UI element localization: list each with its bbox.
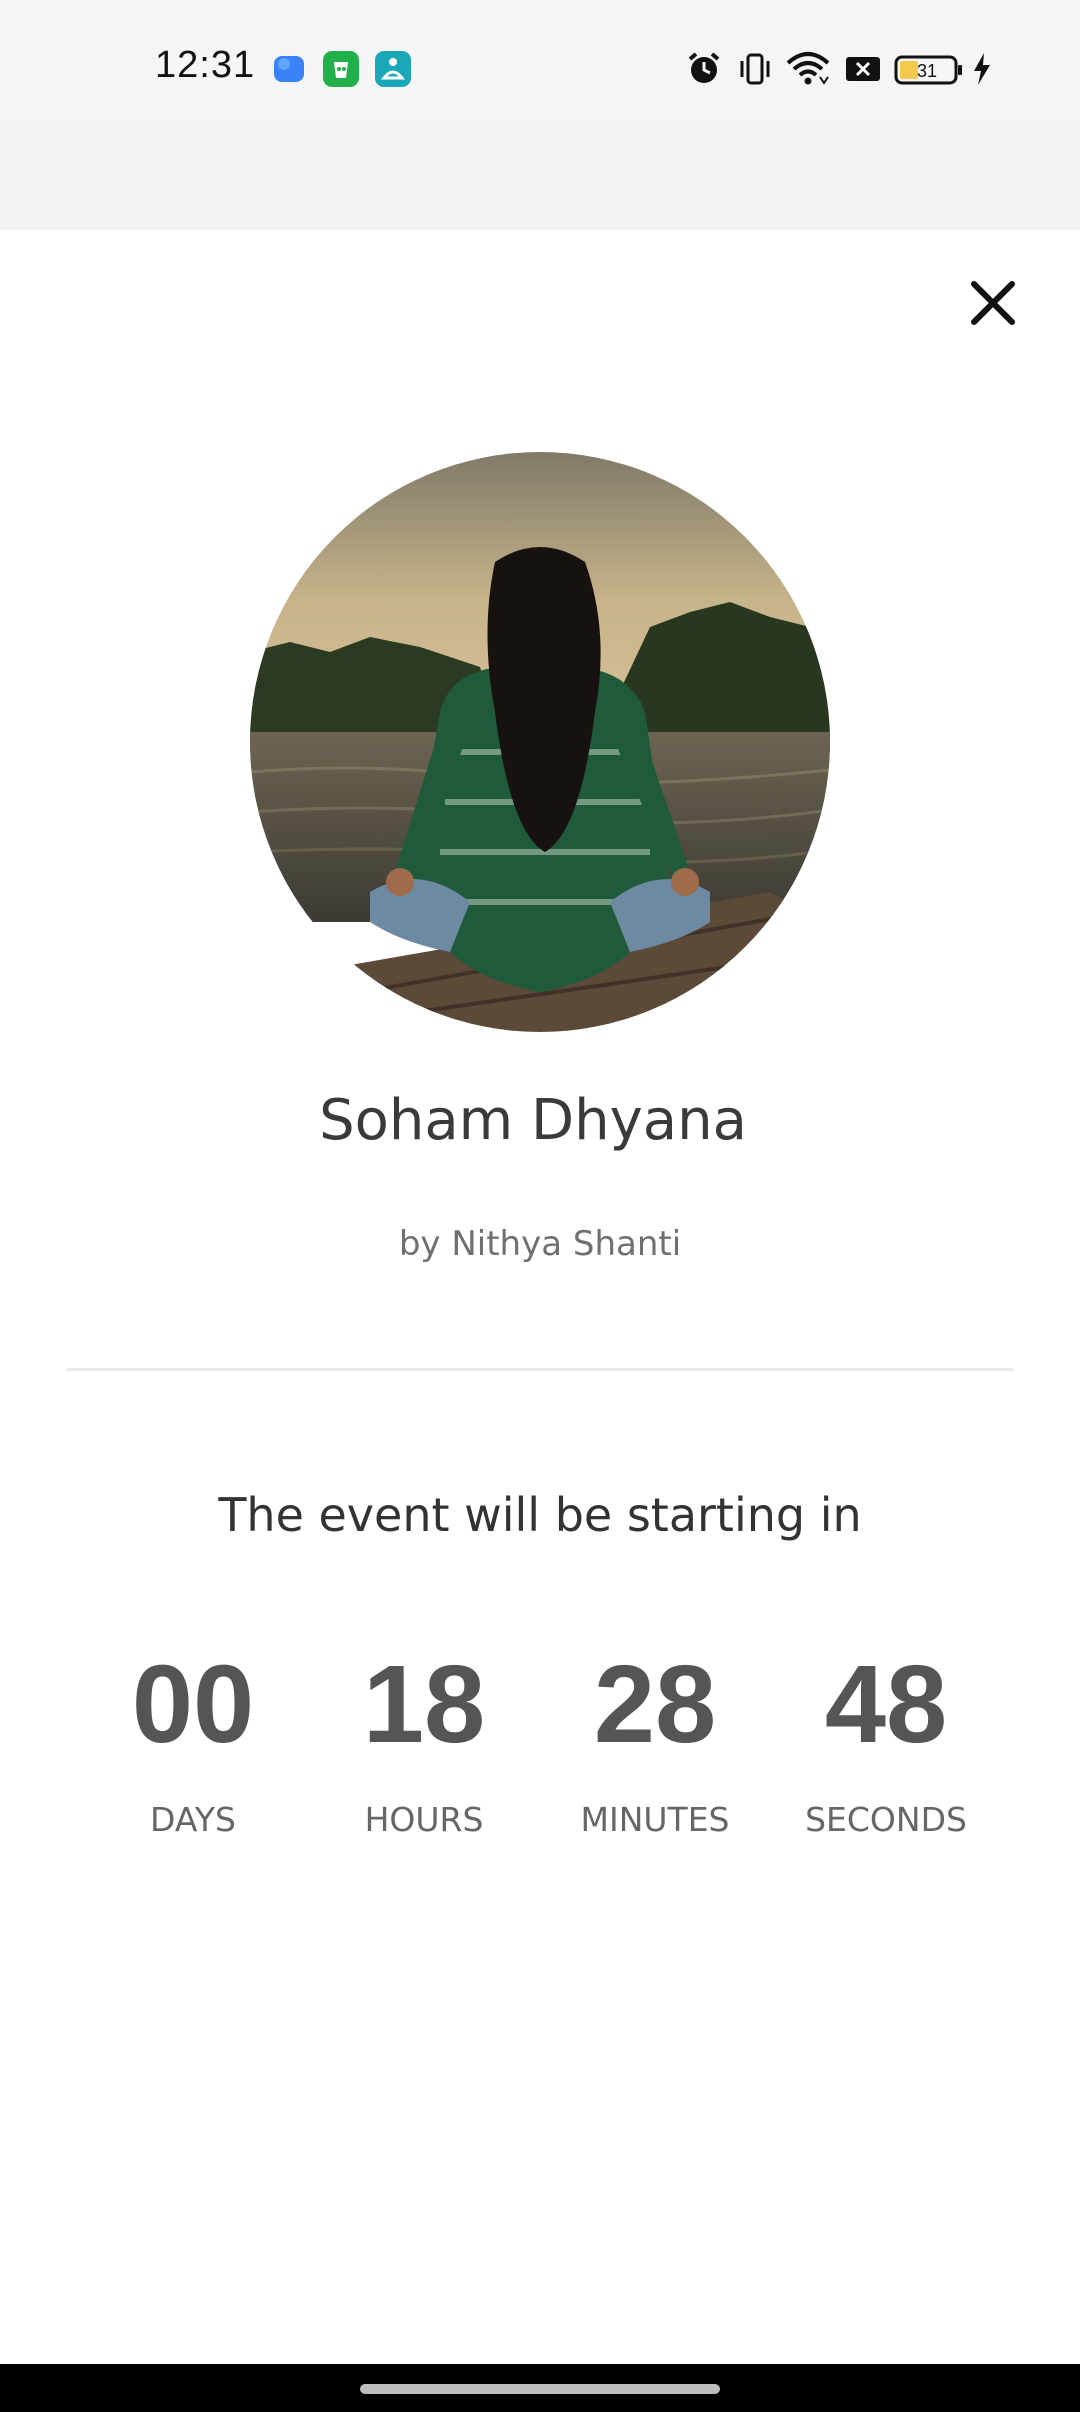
close-icon (971, 281, 1015, 325)
battery-icon: 31 (894, 55, 962, 85)
home-gesture-handle[interactable] (360, 2384, 720, 2394)
countdown-minutes: 28 MINUTES (535, 1640, 775, 1839)
app-notification-icon-meditation (375, 51, 411, 87)
alarm-icon (688, 52, 720, 83)
app-notification-icon-green (323, 51, 359, 87)
countdown-days-label: DAYS (150, 1800, 236, 1839)
status-time: 12:31 (155, 44, 256, 86)
close-button[interactable] (962, 272, 1024, 334)
wifi-icon (786, 52, 830, 85)
vibrate-icon (740, 53, 770, 85)
countdown-hours: 18 HOURS (304, 1640, 544, 1839)
countdown-hours-label: HOURS (364, 1800, 484, 1839)
countdown-seconds-label: SECONDS (805, 1800, 967, 1839)
charging-bolt-icon (974, 53, 990, 85)
event-title: Soham Dhyana (319, 1088, 747, 1153)
countdown-days: 00 DAYS (73, 1640, 313, 1839)
countdown-seconds-value: 48 (824, 1643, 948, 1766)
countdown-days-value: 00 (131, 1643, 255, 1766)
countdown-intro: The event will be starting in (218, 1488, 862, 1542)
top-backdrop (0, 120, 1080, 230)
app-notification-icon-blue (274, 56, 304, 82)
battery-level: 31 (917, 61, 937, 81)
navigation-bar (0, 2364, 1080, 2412)
event-image (250, 452, 830, 1032)
countdown-seconds: 48 SECONDS (766, 1640, 1006, 1839)
divider (66, 1368, 1014, 1371)
countdown-hours-value: 18 (362, 1643, 486, 1766)
status-bar: 12:31 31 (0, 0, 1080, 120)
countdown-minutes-value: 28 (593, 1643, 717, 1766)
close-box-icon (846, 57, 880, 81)
countdown-minutes-label: MINUTES (580, 1800, 730, 1839)
event-host: by Nithya Shanti (398, 1224, 682, 1264)
